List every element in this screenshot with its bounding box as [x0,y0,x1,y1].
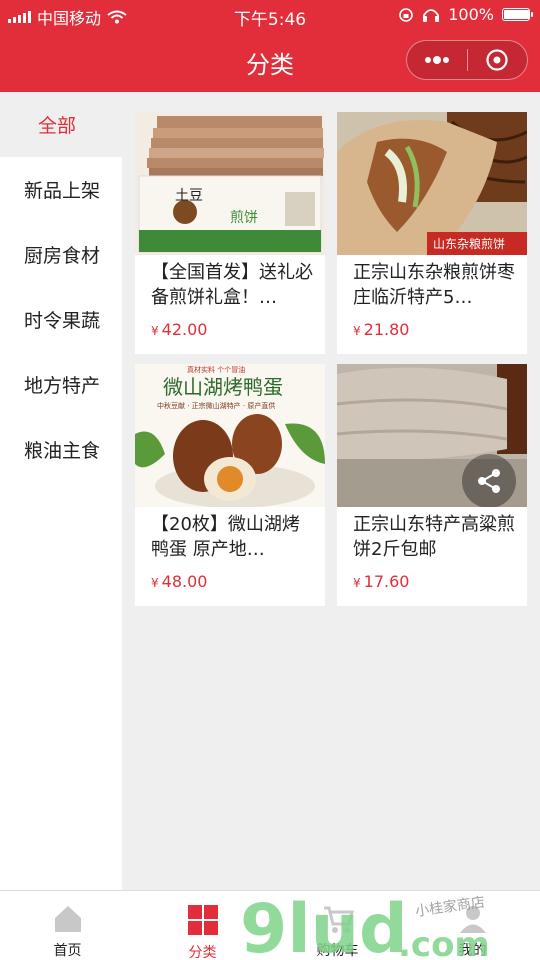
tab-label: 购物车 [316,943,359,959]
tab-category[interactable]: 分类 [135,891,270,960]
home-icon [54,906,81,932]
product-price: ¥48.00 [151,572,208,591]
tab-label: 我的 [458,943,487,959]
cart-icon [323,906,354,933]
product-image-tag: 山东杂粮煎饼 [433,236,505,251]
product-image [337,364,527,507]
category-item-local[interactable]: 地方特产 [0,352,122,417]
box-sub-text: 煎饼 [230,210,258,226]
banner-sub-text: 中秋豆献 · 正宗微山湖特产 · 原产直供 [157,401,275,410]
close-miniprogram-button[interactable] [468,41,528,79]
bottom-tab-bar: 首页 分类 购物车 我的 [0,890,540,960]
product-card[interactable]: 真材实料 个个冒油 微山湖烤鸭蛋 中秋豆献 · 正宗微山湖特产 · 原产直供 【… [135,364,325,606]
product-name: 【20枚】微山湖烤鸭蛋 原产地… [151,514,300,560]
banner-top-text: 真材实料 个个冒油 [187,365,245,374]
product-name: 【全国首发】送礼必备煎饼礼盒！… [151,262,313,308]
share-icon [478,469,500,493]
battery-icon [502,8,533,21]
product-card[interactable]: 土豆 煎饼 【全国首发】送礼必备煎饼礼盒！… ¥42.00 [135,112,325,354]
category-grid-icon [187,905,218,935]
category-item-kitchen[interactable]: 厨房食材 [0,222,122,287]
battery-percent: 100% [448,5,494,24]
banner-title: 微山湖烤鸭蛋 [163,375,283,399]
product-name: 正宗山东杂粮煎饼枣庄临沂特产5… [353,262,515,308]
rotation-lock-icon [399,7,414,22]
product-image: 真材实料 个个冒油 微山湖烤鸭蛋 中秋豆献 · 正宗微山湖特产 · 原产直供 [135,364,325,507]
category-item-staples[interactable]: 粮油主食 [0,417,122,482]
tab-profile[interactable]: 我的 [405,891,540,960]
tab-home[interactable]: 首页 [0,891,135,960]
category-item-new[interactable]: 新品上架 [0,157,122,222]
product-image: 土豆 煎饼 [135,112,325,255]
product-price: ¥17.60 [353,572,410,591]
headphones-icon [423,8,440,22]
product-price: ¥42.00 [151,320,208,339]
tab-label: 分类 [188,945,217,960]
category-sidebar: 全部 新品上架 厨房食材 时令果蔬 地方特产 粮油主食 [0,92,122,890]
status-bar: 中国移动 下午5:46 100% [0,0,540,30]
tab-cart[interactable]: 购物车 [270,891,405,960]
user-icon [459,906,486,933]
product-image: 山东杂粮煎饼 [337,112,527,255]
more-button[interactable] [407,41,467,79]
product-name: 正宗山东特产高粱煎饼2斤包邮 [353,514,515,560]
product-price: ¥21.80 [353,320,410,339]
menu-capsule [406,40,528,80]
product-card[interactable]: 正宗山东特产高粱煎饼2斤包邮 ¥17.60 [337,364,527,606]
product-grid: 土豆 煎饼 【全国首发】送礼必备煎饼礼盒！… ¥42.00 山东杂粮煎饼 正宗山… [122,92,540,890]
more-dots-icon [424,56,449,64]
box-text: 土豆 [175,188,203,204]
product-card[interactable]: 山东杂粮煎饼 正宗山东杂粮煎饼枣庄临沂特产5… ¥21.80 [337,112,527,354]
category-item-all[interactable]: 全部 [0,92,122,157]
navigation-bar: 分类 [0,30,540,92]
share-button[interactable] [462,454,516,507]
category-item-seasonal[interactable]: 时令果蔬 [0,287,122,352]
tab-label: 首页 [53,943,82,959]
target-circle-icon [486,49,508,71]
